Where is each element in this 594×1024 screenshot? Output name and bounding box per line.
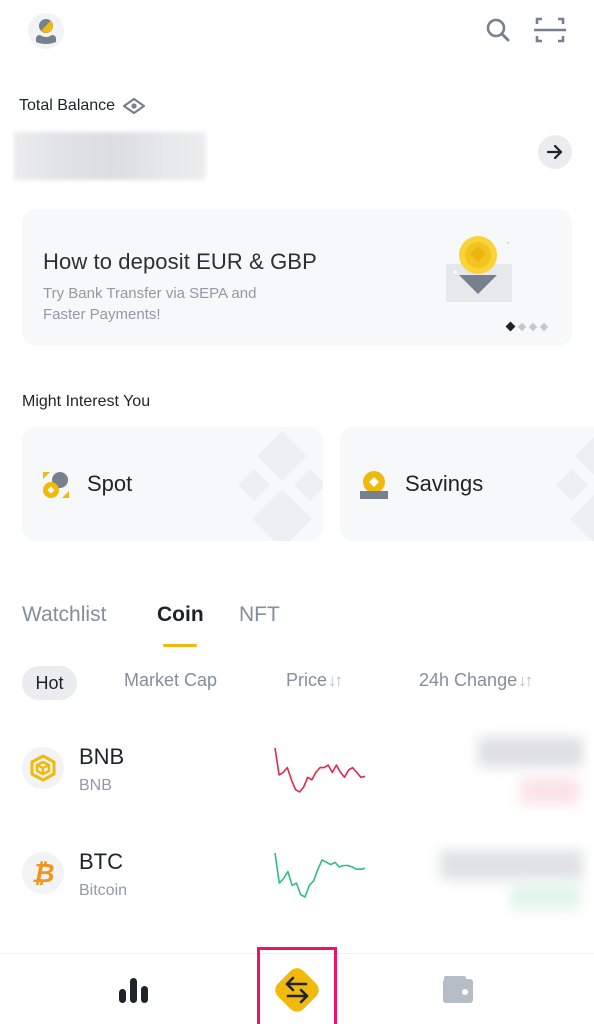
active-tab-indicator	[163, 644, 197, 647]
filter-hot[interactable]: Hot	[22, 666, 77, 700]
pagination-dot[interactable]	[517, 322, 527, 331]
coin-row-bnb[interactable]: BNB BNB	[0, 725, 594, 815]
promo-banner[interactable]: How to deposit EUR & GBP Try Bank Transf…	[22, 209, 572, 346]
pagination-dot-active[interactable]	[505, 321, 516, 332]
total-balance-value-hidden	[14, 132, 206, 180]
interest-card-savings[interactable]: Savings	[340, 427, 594, 541]
savings-label: Savings	[405, 471, 484, 496]
coin-symbol: BNB	[79, 744, 125, 769]
sparkline-chart	[274, 747, 366, 793]
sparkline-path	[274, 852, 366, 898]
interest-card-spot[interactable]: Spot	[22, 427, 323, 541]
price-value-hidden	[478, 737, 583, 767]
nav-markets[interactable]	[104, 954, 164, 1024]
coin-symbol: BTC	[79, 849, 123, 874]
trade-icon	[275, 967, 319, 1012]
top-header	[0, 0, 594, 64]
banner-title: How to deposit EUR & GBP	[43, 249, 317, 274]
tab-nft[interactable]: NFT	[239, 603, 280, 627]
binance-watermark-icon	[238, 431, 323, 541]
bottom-navigation	[0, 953, 594, 1024]
total-balance-label: Total Balance	[19, 97, 146, 115]
markets-icon	[119, 977, 148, 1003]
deposit-illustration-icon	[446, 231, 516, 311]
change-value-hidden	[510, 882, 580, 910]
filter-market-cap[interactable]: Market Cap	[124, 670, 217, 691]
sort-arrows-icon: ↓↑	[328, 671, 343, 690]
sparkline-path	[274, 747, 366, 793]
savings-icon	[359, 470, 389, 500]
btc-logo-icon: ₿	[22, 852, 64, 894]
binance-watermark-icon	[556, 437, 594, 541]
banner-subtitle: Try Bank Transfer via SEPA and Faster Pa…	[43, 285, 257, 323]
bitcoin-symbol-icon: ₿	[31, 858, 55, 889]
filter-price-label: Price	[286, 670, 328, 690]
wallet-icon	[443, 975, 473, 1003]
coin-name: Bitcoin	[79, 882, 128, 899]
sort-arrows-icon: ↓↑	[518, 671, 533, 690]
pagination-dot[interactable]	[539, 322, 549, 331]
balance-details-button[interactable]	[538, 135, 572, 169]
filter-hot-label: Hot	[35, 672, 64, 693]
tab-watchlist[interactable]: Watchlist	[22, 603, 106, 627]
tab-coin[interactable]: Coin	[157, 603, 204, 627]
coin-row-btc[interactable]: ₿ BTC Bitcoin	[0, 830, 594, 920]
filter-market-cap-label: Market Cap	[124, 670, 218, 690]
total-balance-text: Total Balance	[19, 97, 116, 114]
arrow-right-icon	[546, 144, 563, 160]
section-title-might-interest: Might Interest You	[22, 393, 151, 410]
change-value-hidden	[520, 777, 580, 805]
eye-icon[interactable]	[122, 97, 146, 115]
sparkline-chart	[274, 852, 366, 898]
user-avatar-icon[interactable]	[28, 13, 64, 49]
coin-name: BNB	[79, 777, 112, 794]
filter-24h-change[interactable]: 24h Change↓↑	[419, 670, 533, 691]
nav-wallet[interactable]	[428, 954, 488, 1024]
filter-24h-change-label: 24h Change	[419, 670, 518, 690]
pagination-dot[interactable]	[528, 322, 538, 331]
bnb-logo-icon	[22, 747, 64, 789]
scan-icon[interactable]	[533, 14, 567, 46]
spot-icon	[41, 470, 71, 500]
filter-price[interactable]: Price↓↑	[286, 670, 343, 691]
nav-trade[interactable]	[257, 954, 337, 1024]
spot-label: Spot	[87, 471, 133, 496]
price-value-hidden	[440, 850, 583, 880]
search-icon[interactable]	[482, 14, 514, 46]
banner-pagination[interactable]	[505, 321, 549, 332]
